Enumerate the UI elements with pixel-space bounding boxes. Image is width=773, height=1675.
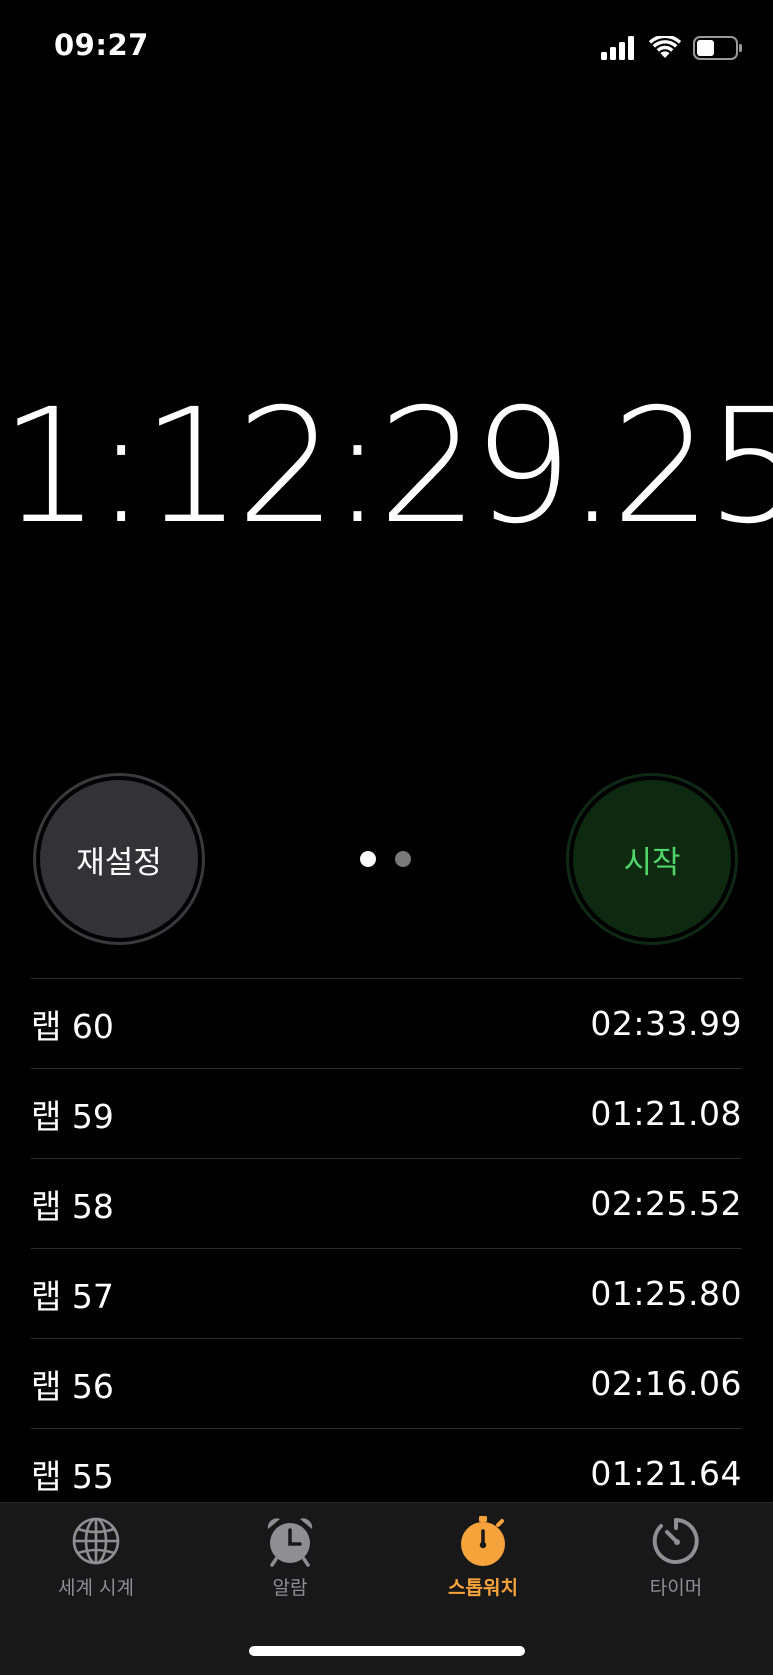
start-button-label: 시작: [573, 780, 731, 938]
timer-icon: [652, 1518, 699, 1564]
tab-alarm[interactable]: 알람: [210, 1515, 370, 1600]
tab-timer[interactable]: 타이머: [596, 1515, 756, 1600]
cellular-signal-icon: [601, 36, 634, 60]
tab-label: 알람: [272, 1577, 308, 1599]
lap-time: 02:33.99: [590, 1004, 742, 1043]
lap-time: 01:25.80: [590, 1274, 742, 1313]
lap-label: 랩 58: [31, 1186, 114, 1226]
lap-time: 02:16.06: [590, 1364, 742, 1403]
page-dot-inactive: [395, 851, 411, 867]
tab-label: 스톱워치: [448, 1577, 518, 1599]
globe-icon: [72, 1517, 120, 1565]
tab-world-clock[interactable]: 세계 시계: [16, 1515, 176, 1600]
lap-label: 랩 59: [31, 1096, 114, 1136]
tab-label: 타이머: [649, 1577, 703, 1599]
laps-list[interactable]: 랩 60 02:33.99 랩 59 01:21.08 랩 58 02:25.5…: [31, 978, 742, 1518]
lap-label: 랩 60: [31, 1006, 114, 1046]
reset-button-label: 재설정: [40, 780, 198, 938]
status-icons: [601, 34, 743, 62]
stopwatch-icon: [461, 1516, 505, 1566]
lap-time: 01:21.08: [590, 1094, 742, 1133]
status-bar: 09:27: [0, 0, 773, 96]
lap-row: 랩 59 01:21.08: [31, 1068, 742, 1158]
lap-label: 랩 55: [31, 1456, 114, 1496]
stopwatch-display: 1:12:29.25: [0, 375, 773, 559]
reset-button[interactable]: 재설정: [33, 773, 205, 945]
lap-row: 랩 56 02:16.06: [31, 1338, 742, 1428]
lap-row: 랩 58 02:25.52: [31, 1158, 742, 1248]
lap-row: 랩 60 02:33.99: [31, 978, 742, 1068]
lap-label: 랩 57: [31, 1276, 114, 1316]
battery-icon: [693, 36, 742, 60]
lap-time: 02:25.52: [590, 1184, 742, 1223]
alarm-clock-icon: [267, 1518, 313, 1567]
lap-time: 01:21.64: [590, 1454, 742, 1493]
page-dot-active: [360, 851, 376, 867]
page-indicator[interactable]: [360, 851, 411, 867]
home-indicator[interactable]: [249, 1646, 525, 1656]
status-time: 09:27: [54, 28, 149, 62]
tab-stopwatch[interactable]: 스톱워치: [403, 1515, 563, 1600]
tab-label: 세계 시계: [58, 1577, 134, 1599]
start-button[interactable]: 시작: [566, 773, 738, 945]
lap-label: 랩 56: [31, 1366, 114, 1406]
wifi-icon: [649, 36, 681, 58]
lap-row: 랩 57 01:25.80: [31, 1248, 742, 1338]
